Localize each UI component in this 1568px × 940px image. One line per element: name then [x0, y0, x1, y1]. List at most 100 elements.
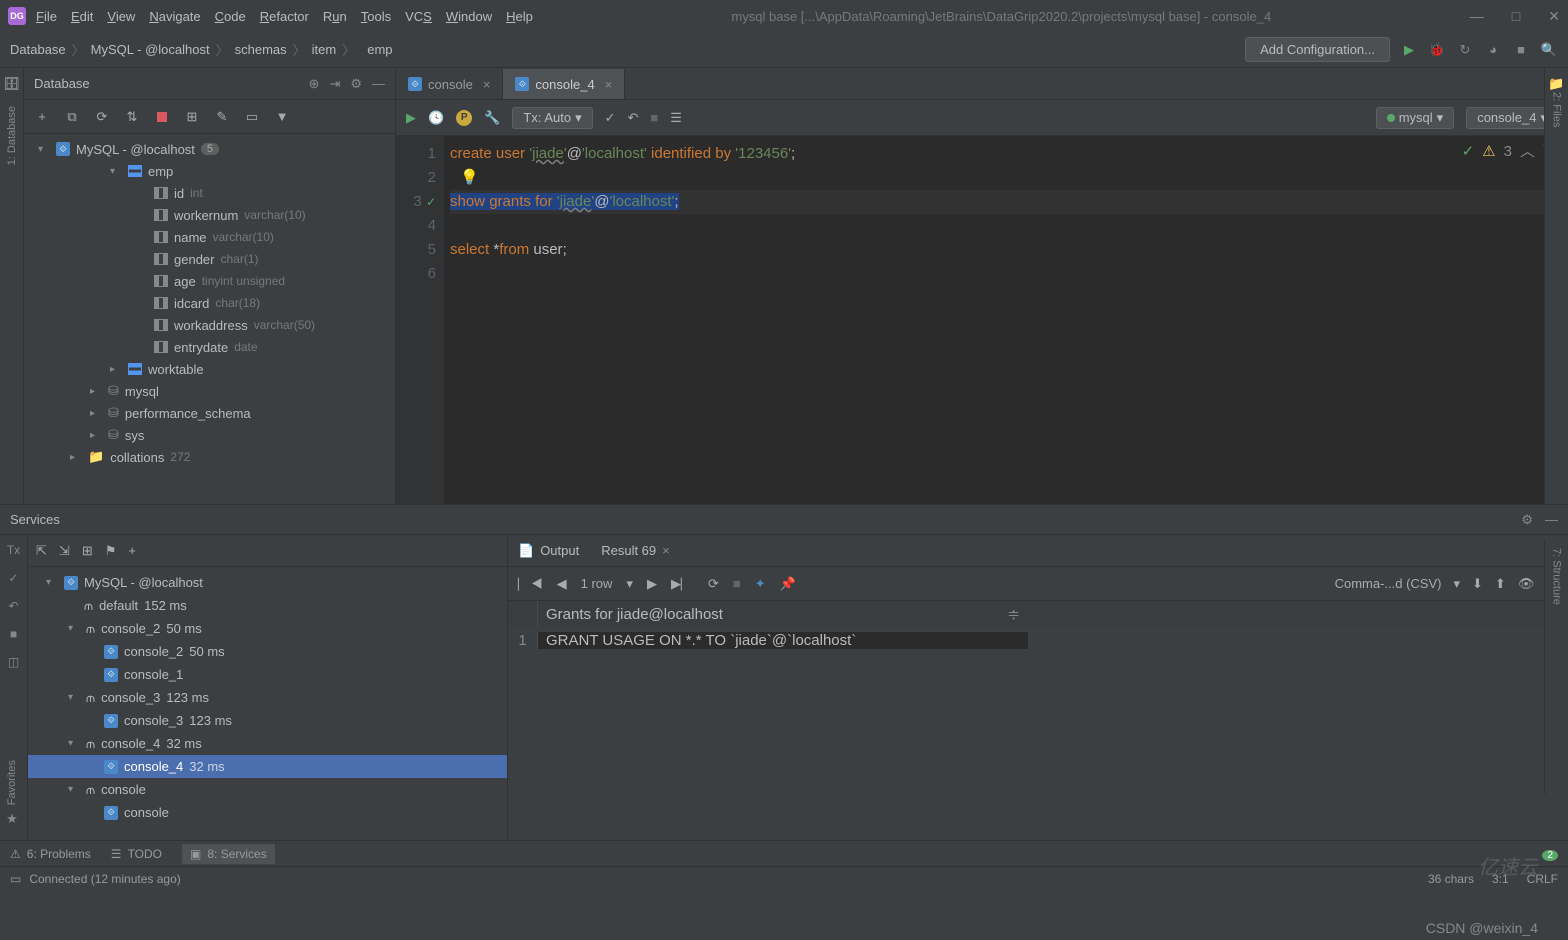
expand-arrow-icon[interactable]: ▾: [68, 692, 80, 703]
refresh-icon[interactable]: ⟳: [92, 107, 112, 127]
row-count-label[interactable]: 1 row: [581, 576, 613, 591]
close-tab-icon[interactable]: ×: [483, 77, 491, 92]
menu-tools[interactable]: Tools: [361, 9, 391, 24]
duplicate-icon[interactable]: ⧉: [62, 107, 82, 127]
svc-item[interactable]: console_2: [101, 621, 160, 636]
edit-icon[interactable]: ✎: [212, 107, 232, 127]
debug-icon[interactable]: 🐞: [1428, 41, 1446, 59]
layout-icon[interactable]: ◫: [8, 655, 19, 669]
breadcrumb-item[interactable]: MySQL - @localhost: [91, 42, 210, 57]
database-tool-label[interactable]: 1: Database: [6, 106, 18, 165]
tree-column[interactable]: age: [174, 274, 196, 289]
breadcrumb-item[interactable]: item: [312, 42, 337, 57]
last-page-icon[interactable]: ▶⎸: [671, 576, 694, 592]
tree-column[interactable]: workaddress: [174, 318, 248, 333]
breadcrumb-item[interactable]: emp: [367, 42, 392, 57]
expand-arrow-icon[interactable]: ▾: [68, 738, 80, 749]
cell-value[interactable]: GRANT USAGE ON *.* TO `jiade`@`localhost…: [538, 632, 1028, 649]
tree-table[interactable]: worktable: [148, 362, 204, 377]
console-icon[interactable]: ▭: [242, 107, 262, 127]
code-editor[interactable]: 123 ✓456 ✓⚠3︿﹀ create user 'jiade'@'loca…: [396, 136, 1568, 504]
tree-schema[interactable]: performance_schema: [125, 406, 251, 421]
execute-icon[interactable]: ▶: [406, 110, 416, 126]
favorites-tool-label[interactable]: Favorites: [6, 760, 18, 805]
expand-arrow-icon[interactable]: ▾: [110, 166, 122, 177]
maximize-icon[interactable]: □: [1512, 8, 1520, 25]
sync-icon[interactable]: ⇅: [122, 107, 142, 127]
svc-item[interactable]: console_3: [124, 713, 183, 728]
tree-table[interactable]: emp: [148, 164, 173, 179]
expand-arrow-icon[interactable]: ▸: [70, 452, 82, 463]
minimize-icon[interactable]: —: [1470, 8, 1484, 25]
collapse-all-icon[interactable]: ⇲: [59, 543, 70, 559]
menu-file[interactable]: File: [36, 9, 57, 24]
tree-column[interactable]: idcard: [174, 296, 209, 311]
expand-arrow-icon[interactable]: ▾: [46, 577, 58, 588]
group-icon[interactable]: ⊞: [82, 543, 93, 559]
todo-tab[interactable]: ☰TODO: [111, 847, 162, 861]
tree-folder[interactable]: collations: [110, 450, 164, 465]
export-icon[interactable]: ⬇: [1472, 576, 1483, 592]
undo-icon[interactable]: ↶: [8, 599, 18, 613]
tx-mode-select[interactable]: Tx: Auto▾: [512, 107, 592, 129]
breadcrumb-item[interactable]: schemas: [235, 42, 287, 57]
target-icon[interactable]: ⊕: [309, 76, 320, 92]
stop-icon[interactable]: ■: [1512, 41, 1530, 59]
column-header[interactable]: Grants for jiade@localhost≑: [538, 605, 1028, 623]
svc-item[interactable]: console_4: [101, 736, 160, 751]
import-icon[interactable]: ⬆: [1495, 576, 1506, 592]
pin-icon[interactable]: 📌: [780, 576, 796, 592]
filter-icon[interactable]: ▼: [272, 107, 292, 127]
svc-item[interactable]: console_3: [101, 690, 160, 705]
format-select[interactable]: Comma-...d (CSV): [1335, 576, 1442, 591]
view-icon[interactable]: 👁: [1518, 576, 1535, 592]
stop-icon[interactable]: ■: [733, 576, 741, 591]
expand-arrow-icon[interactable]: ▾: [68, 623, 80, 634]
filter-icon[interactable]: ⚑: [105, 543, 117, 559]
menu-refactor[interactable]: Refactor: [260, 9, 309, 24]
tree-column[interactable]: entrydate: [174, 340, 228, 355]
menu-navigate[interactable]: Navigate: [149, 9, 200, 24]
check-icon[interactable]: ✓: [8, 571, 18, 585]
add-icon[interactable]: +: [128, 543, 136, 558]
expand-arrow-icon[interactable]: ▾: [38, 144, 50, 155]
list-icon[interactable]: ☰: [670, 110, 682, 126]
table-icon[interactable]: ⊞: [182, 107, 202, 127]
stop-icon[interactable]: [152, 107, 172, 127]
hide-icon[interactable]: —: [372, 76, 385, 92]
svc-item[interactable]: default: [99, 598, 138, 613]
tree-schema[interactable]: mysql: [125, 384, 159, 399]
rollback-icon[interactable]: ↶: [628, 110, 639, 126]
tab-console[interactable]: ⟐console×: [396, 69, 503, 99]
expand-all-icon[interactable]: ⇱: [36, 543, 47, 559]
services-root[interactable]: MySQL - @localhost: [84, 575, 203, 590]
svc-item[interactable]: console_1: [124, 667, 183, 682]
prev-page-icon[interactable]: ◀: [557, 576, 567, 592]
expand-arrow-icon[interactable]: ▸: [90, 430, 102, 441]
profile-icon[interactable]: ◕: [1484, 41, 1502, 59]
run-icon[interactable]: ▶: [1400, 41, 1418, 59]
svc-item[interactable]: console: [124, 805, 169, 820]
menu-vcs[interactable]: VCS: [405, 9, 432, 24]
structure-tool-label[interactable]: 7: Structure: [1551, 548, 1563, 605]
stop-icon[interactable]: ■: [10, 627, 17, 641]
files-tool-label[interactable]: 2: Files: [1551, 92, 1563, 127]
gear-icon[interactable]: ⚙: [1521, 512, 1533, 528]
menu-code[interactable]: Code: [215, 9, 246, 24]
tree-column[interactable]: gender: [174, 252, 214, 267]
menu-view[interactable]: View: [107, 9, 135, 24]
expand-arrow-icon[interactable]: ▸: [90, 386, 102, 397]
close-tab-icon[interactable]: ×: [662, 543, 670, 558]
gear-icon[interactable]: ⚙: [350, 76, 362, 92]
output-tab[interactable]: 📄Output: [518, 543, 579, 559]
collapse-icon[interactable]: ⇥: [329, 76, 340, 92]
menu-window[interactable]: Window: [446, 9, 492, 24]
reload-icon[interactable]: ⟳: [708, 576, 719, 592]
next-page-icon[interactable]: ▶: [647, 576, 657, 592]
history-icon[interactable]: 🕓: [428, 110, 444, 126]
add-icon[interactable]: +: [32, 107, 52, 127]
event-log-badge[interactable]: 2: [1542, 850, 1558, 861]
expand-arrow-icon[interactable]: ▸: [90, 408, 102, 419]
menu-edit[interactable]: Edit: [71, 9, 93, 24]
close-icon[interactable]: ✕: [1548, 8, 1560, 25]
